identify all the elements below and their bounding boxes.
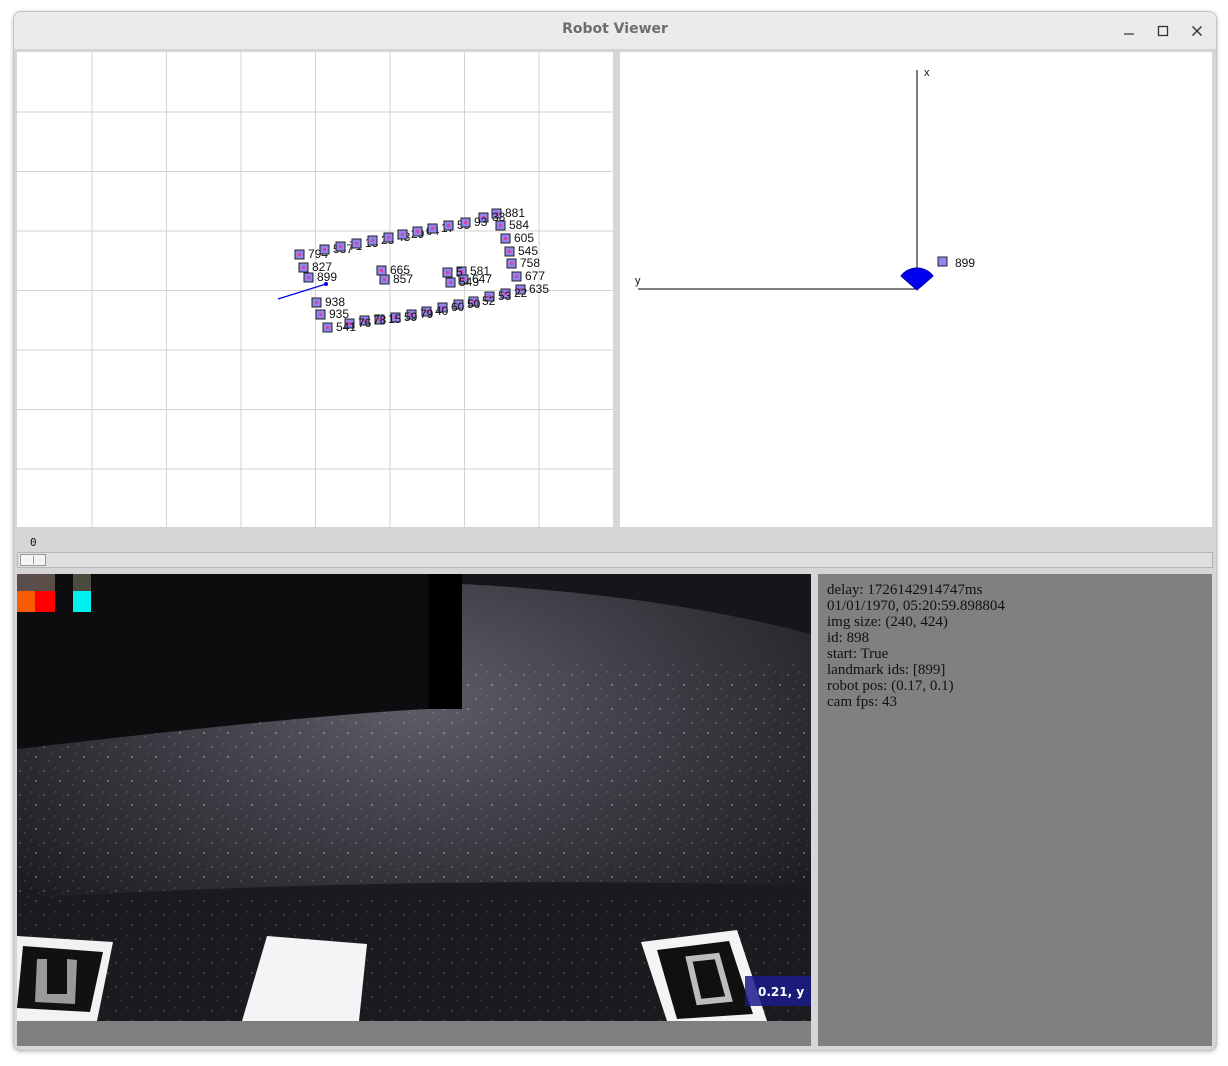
landmark-center	[446, 223, 451, 228]
frame-index: 0	[30, 536, 37, 549]
landmark-center	[448, 280, 453, 285]
robot-viewer-window: Robot Viewer 881 33 584 605 545 758 677 635 22 53…	[13, 11, 1217, 1051]
landmark-center	[503, 236, 508, 241]
landmark-center	[318, 312, 323, 317]
info-lines: delay: 1726142914747ms 01/01/1970, 05:20…	[818, 574, 1212, 710]
camera-image: 0.21, y	[17, 574, 811, 1021]
title-bar[interactable]: Robot Viewer	[14, 12, 1216, 50]
swatch-orange	[17, 591, 35, 612]
landmark-id-label: 15	[388, 312, 402, 326]
y-axis-label: y	[635, 275, 641, 287]
landmark-center	[322, 247, 327, 252]
info-img-size: img size: (240, 424)	[827, 614, 948, 630]
info-cam-fps: cam fps: 43	[827, 694, 897, 710]
info-id: id: 898	[827, 630, 870, 646]
swatch-cyan	[73, 591, 91, 612]
landmark-center	[379, 268, 384, 273]
info-landmark-ids: landmark ids: [899]	[827, 662, 946, 678]
landmark-id-label: 605	[514, 231, 534, 245]
landmark-center	[306, 275, 311, 280]
landmark-id-label: 76	[358, 316, 372, 330]
map-landmarks: 8813358460554575867763522535250604079591…	[294, 206, 549, 334]
landmark-center	[507, 249, 512, 254]
info-timestamp: 01/01/1970, 05:20:59.898804	[827, 598, 1005, 614]
landmark-id-label: 78	[373, 313, 387, 327]
global-map-panel[interactable]: 881 33 584 605 545 758 677 635 22 53 52 50 60 40 79 59 1…	[17, 52, 613, 527]
landmark-center	[386, 235, 391, 240]
landmark-id-label: 758	[520, 256, 540, 270]
slider-handle[interactable]	[20, 554, 46, 566]
maximize-button[interactable]	[1152, 20, 1174, 42]
camera-feed: 0.21, y	[17, 574, 811, 1021]
landmark-marker	[937, 256, 948, 267]
maximize-icon	[1157, 25, 1169, 37]
landmark-center	[325, 325, 330, 330]
landmark-center	[514, 274, 519, 279]
robot-position-dot	[324, 282, 328, 286]
landmark-center	[354, 241, 359, 246]
landmark-center	[463, 220, 468, 225]
landmark-center	[415, 229, 420, 234]
close-button[interactable]	[1186, 20, 1208, 42]
camera-bottom-bar	[17, 1021, 811, 1046]
close-icon	[1192, 26, 1202, 36]
landmark-center	[382, 277, 387, 282]
robot-fov-icon	[900, 267, 934, 291]
landmark-id-label: 677	[525, 269, 545, 283]
info-delay: delay: 1726142914747ms	[827, 582, 983, 598]
landmark-id-label: 938	[325, 295, 345, 309]
landmark-id-label: 5	[456, 265, 463, 279]
x-axis-label: x	[924, 67, 930, 79]
minimize-icon	[1124, 33, 1134, 35]
landmark-id-label: 59	[404, 310, 418, 324]
landmark-id-label: 827	[312, 260, 332, 274]
minimize-button[interactable]	[1118, 20, 1140, 42]
landmark-center	[430, 226, 435, 231]
landmark-id-label: 40	[435, 304, 449, 318]
info-robot-pos: robot pos: (0.17, 0.1)	[827, 678, 954, 694]
landmark-id-label: 935	[329, 307, 349, 321]
window-title: Robot Viewer	[562, 21, 668, 37]
robot-heading-line	[277, 283, 327, 300]
landmark-center	[400, 232, 405, 237]
landmark-center	[509, 261, 514, 266]
local-view-canvas[interactable]: x y 899	[620, 52, 1212, 527]
landmark-id-label: 584	[509, 218, 529, 232]
landmark-center	[297, 252, 302, 257]
landmark-id-label: 50	[467, 297, 481, 311]
landmark-id-label: 22	[514, 286, 528, 300]
global-map-canvas[interactable]: 8813358460554575867763522535250604079591…	[17, 52, 613, 527]
landmark-center	[498, 223, 503, 228]
landmark-id-label: 93	[474, 215, 488, 229]
landmark-id-label: 635	[529, 282, 549, 296]
landmark-center	[370, 238, 375, 243]
landmark-id-label: 60	[451, 300, 465, 314]
robot-local-view-panel[interactable]: x y 899	[620, 52, 1212, 527]
landmark-center	[301, 265, 306, 270]
landmark-center	[445, 270, 450, 275]
pose-overlay-text: 0.21, y	[758, 985, 804, 999]
aruco-marker-left	[17, 936, 113, 1021]
info-start: start: True	[827, 646, 889, 662]
landmark-label: 899	[955, 256, 975, 270]
landmark-center	[314, 300, 319, 305]
landmark-id-label: 79	[420, 307, 434, 321]
timeline-slider[interactable]	[17, 552, 1213, 568]
landmark-id-label: 53	[498, 289, 512, 303]
landmark-id-label: 541	[336, 320, 356, 334]
landmark-id-label: 857	[393, 272, 413, 286]
landmark-id-label: 52	[482, 294, 496, 308]
info-panel: delay: 1726142914747ms 01/01/1970, 05:20…	[818, 574, 1212, 1046]
landmark-center	[338, 244, 343, 249]
swatch-red	[35, 591, 55, 612]
